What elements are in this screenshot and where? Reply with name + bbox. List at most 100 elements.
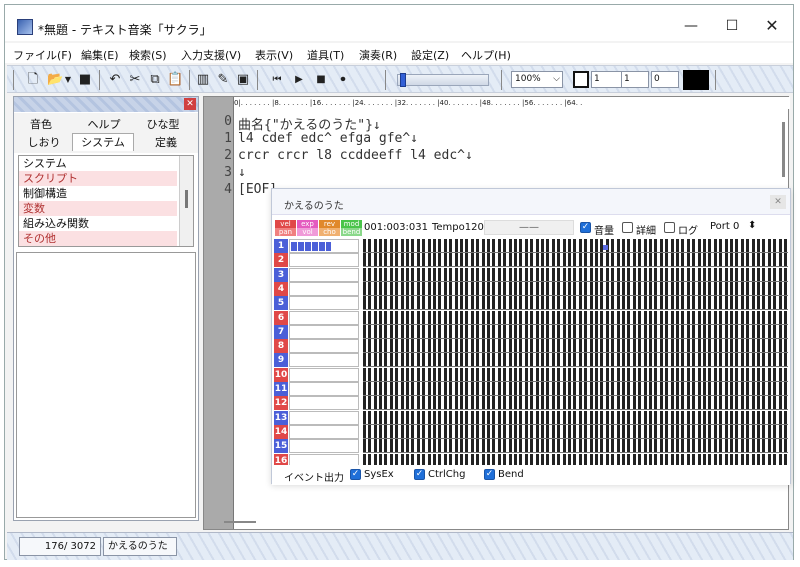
toolbar-field-3[interactable]: 0 xyxy=(651,71,679,88)
line-number: 2 xyxy=(224,148,232,163)
menu-edit[interactable]: 編集(E) xyxy=(81,47,119,63)
category-script[interactable]: スクリプト xyxy=(19,171,177,186)
tab-template[interactable]: ひな型 xyxy=(138,116,188,134)
channel-number[interactable]: 1 xyxy=(274,239,288,253)
channel-row: 2 xyxy=(274,253,360,268)
channel-level xyxy=(289,239,359,253)
scrollbar-thumb[interactable] xyxy=(185,190,188,208)
toolbar-field-1[interactable]: 1 xyxy=(591,71,625,88)
toolbar-field-2[interactable]: 1 xyxy=(621,71,649,88)
channel-number[interactable]: 14 xyxy=(274,424,288,439)
category-builtin[interactable]: 組み込み関数 xyxy=(19,216,177,231)
ctrlchg-checkbox[interactable]: ✓ xyxy=(414,469,425,480)
stop-icon[interactable]: ■ xyxy=(313,72,329,88)
open-folder-icon[interactable]: 📂 xyxy=(47,72,63,88)
midi-monitor-window: かえるのうた ✕ vel exp rev mod pan vol cho ben… xyxy=(271,188,791,485)
category-list: システム スクリプト 制御構造 変数 組み込み関数 その他 xyxy=(18,155,194,247)
code-line[interactable]: crcr crcr l8 ccddeeff l4 edc^↓ xyxy=(238,148,473,163)
midi-monitor-title: かえるのうた xyxy=(284,201,344,212)
undo-icon[interactable]: ↶ xyxy=(107,72,123,88)
tab-definition[interactable]: 定義 xyxy=(142,134,190,152)
save-icon[interactable]: ■ xyxy=(77,72,93,88)
menu-view[interactable]: 表示(V) xyxy=(255,47,293,63)
channel-number[interactable]: 12 xyxy=(274,396,288,411)
channel-number[interactable]: 4 xyxy=(274,281,288,296)
menu-bar: ファイル(F) 編集(E) 検索(S) 入力支援(V) 表示(V) 道具(T) … xyxy=(5,43,793,63)
menu-tools[interactable]: 道具(T) xyxy=(307,47,344,63)
tempo-slider[interactable] xyxy=(397,73,489,87)
paste-icon[interactable]: 📋 xyxy=(167,72,183,88)
category-scrollbar[interactable] xyxy=(179,156,193,246)
detail-checkbox[interactable] xyxy=(622,222,633,233)
color-swatch[interactable] xyxy=(573,71,589,88)
tab-help[interactable]: ヘルプ xyxy=(84,116,124,134)
menu-help[interactable]: ヘルプ(H) xyxy=(461,47,511,63)
legend-cho: cho xyxy=(319,228,340,236)
channel-number[interactable]: 8 xyxy=(274,339,288,354)
menu-play[interactable]: 演奏(R) xyxy=(359,47,397,63)
channel-number[interactable]: 11 xyxy=(274,382,288,396)
zoom-value: 100% xyxy=(515,74,541,84)
port-label-text: Port xyxy=(710,221,730,232)
bend-checkbox[interactable]: ✓ xyxy=(484,469,495,480)
copy-icon[interactable]: ⧉ xyxy=(147,72,163,88)
channel-number[interactable]: 5 xyxy=(274,296,288,311)
keyboard-row xyxy=(363,253,788,268)
play-icon[interactable]: ▶ xyxy=(291,72,307,88)
image-icon[interactable]: ▣ xyxy=(235,72,251,88)
channel-level xyxy=(289,339,359,354)
channel-number[interactable]: 10 xyxy=(274,367,288,382)
editor-horizontal-scrollbar[interactable] xyxy=(224,521,256,523)
tab-tone[interactable]: 音色 xyxy=(24,116,58,134)
maximize-button[interactable]: ☐ xyxy=(721,17,743,35)
channel-number[interactable]: 9 xyxy=(274,353,288,368)
song-title-status: かえるのうた xyxy=(103,537,177,556)
tempo-slider-thumb[interactable] xyxy=(400,73,406,87)
menu-file[interactable]: ファイル(F) xyxy=(13,47,72,63)
channel-level xyxy=(289,424,359,439)
category-control[interactable]: 制御構造 xyxy=(19,186,177,201)
minimize-button[interactable]: — xyxy=(680,17,702,35)
record-icon[interactable]: ⏺ xyxy=(335,72,351,88)
new-file-icon[interactable]: 🗋 xyxy=(25,72,41,88)
channel-number[interactable]: 2 xyxy=(274,253,288,268)
channel-number[interactable]: 3 xyxy=(274,267,288,282)
code-line[interactable]: ↓ xyxy=(238,165,246,180)
tab-bookmark[interactable]: しおり xyxy=(24,134,64,152)
legend-mod: mod xyxy=(341,220,362,228)
editor-scrollbar[interactable] xyxy=(782,122,785,177)
cut-icon[interactable]: ✂ xyxy=(127,72,143,88)
log-checkbox[interactable] xyxy=(664,222,675,233)
play-start-icon[interactable]: ⏮ xyxy=(269,72,285,88)
category-other[interactable]: その他 xyxy=(19,231,177,246)
edit-pencil-icon[interactable]: ✎ xyxy=(215,72,231,88)
channel-number[interactable]: 7 xyxy=(274,324,288,339)
menu-input-assist[interactable]: 入力支援(V) xyxy=(181,47,241,63)
item-list xyxy=(16,252,196,518)
volume-checkbox[interactable]: ✓ xyxy=(580,222,591,233)
tab-system[interactable]: システム xyxy=(72,133,134,151)
menu-settings[interactable]: 設定(Z) xyxy=(411,47,449,63)
zoom-select[interactable]: 100% ⌵ xyxy=(511,71,563,88)
dropdown-arrow-icon[interactable]: ▼ xyxy=(63,72,73,88)
channel-number[interactable]: 13 xyxy=(274,410,288,425)
menu-search[interactable]: 検索(S) xyxy=(129,47,167,63)
toolbar-separator xyxy=(189,70,190,90)
sysex-label: SysEx xyxy=(364,469,394,480)
port-label: Port 0 xyxy=(710,221,739,232)
channel-level xyxy=(289,310,359,325)
port-spinner[interactable]: ⬍ xyxy=(748,220,756,231)
category-system[interactable]: システム xyxy=(19,156,177,171)
sysex-checkbox[interactable]: ✓ xyxy=(350,469,361,480)
color-preview[interactable] xyxy=(683,70,709,90)
close-button[interactable]: ✕ xyxy=(761,17,783,35)
channel-row: 11 xyxy=(274,382,360,396)
category-variable[interactable]: 変数 xyxy=(19,201,177,216)
channel-number[interactable]: 15 xyxy=(274,439,288,454)
code-line[interactable]: l4 cdef edc^ efga gfe^↓ xyxy=(238,131,418,146)
close-icon[interactable]: ✕ xyxy=(770,195,786,209)
keyboard-icon[interactable]: ▥ xyxy=(195,72,211,88)
channel-row: 3 xyxy=(274,267,360,282)
close-icon[interactable]: ✕ xyxy=(184,98,196,110)
channel-number[interactable]: 6 xyxy=(274,310,288,325)
